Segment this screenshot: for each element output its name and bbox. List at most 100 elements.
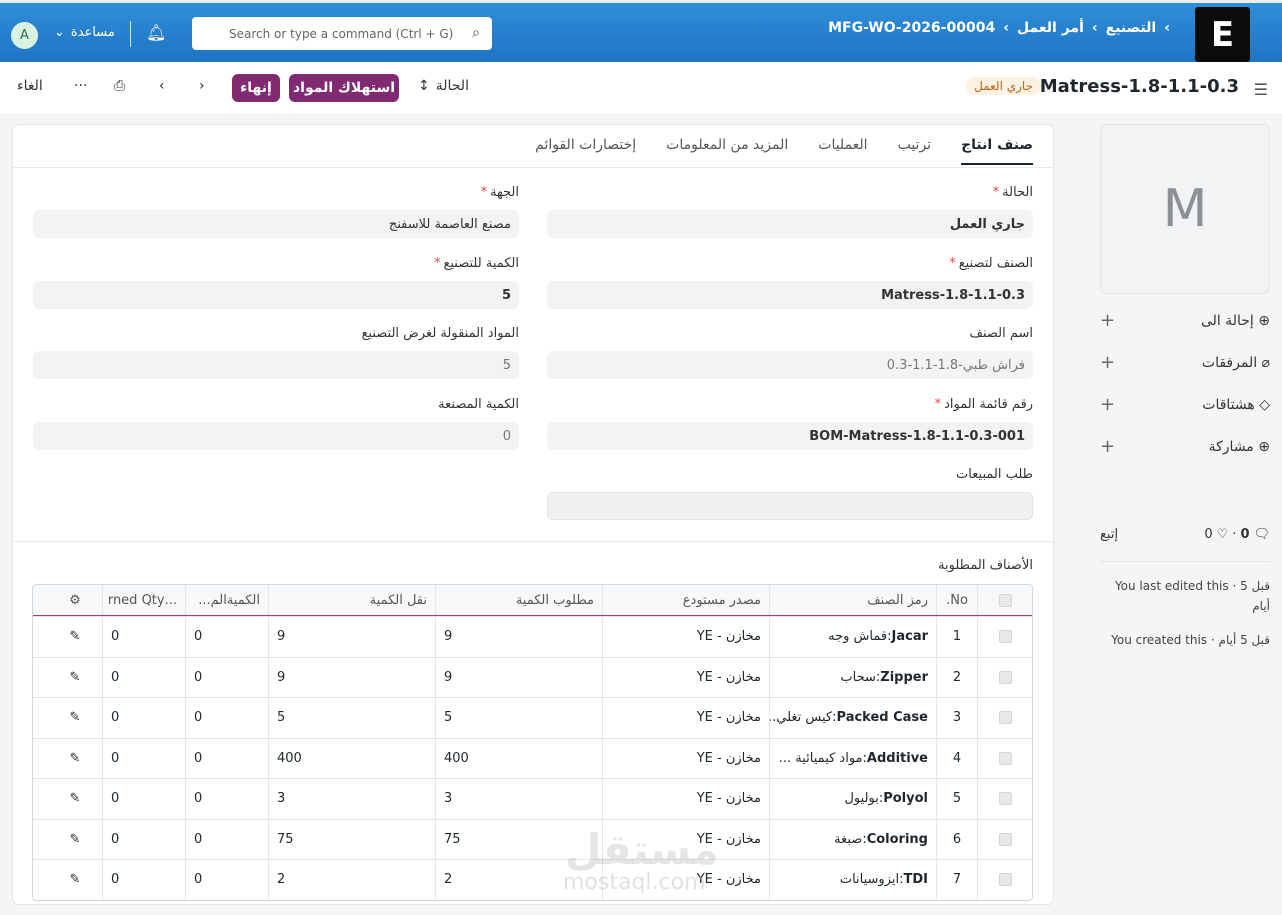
returned-qty-cell[interactable]: 0 <box>102 657 185 697</box>
item-code-cell[interactable]: Jacar: قماش وجه <box>769 617 936 657</box>
edit-row-icon[interactable]: ✎ <box>48 820 102 860</box>
search-input[interactable]: Search or type a command (Ctrl + G) ⌕ <box>192 17 492 50</box>
item-code-cell[interactable]: Coloring: صبغة <box>769 819 936 859</box>
transferred-qty-cell[interactable]: 2 <box>268 860 435 900</box>
heart-icon[interactable]: ♡ <box>1217 527 1229 542</box>
consumed-qty-cell[interactable]: 0 <box>185 779 268 819</box>
plus-icon[interactable]: + <box>1100 394 1115 415</box>
tab-sequence[interactable]: ترتيب <box>898 137 932 165</box>
transferred-qty-cell[interactable]: 9 <box>268 617 435 657</box>
bom-input[interactable]: BOM-Matress-1.8-1.1-0.3-001 <box>547 422 1033 450</box>
select-all-checkbox[interactable] <box>977 585 1032 615</box>
table-row[interactable]: 2 Zipper: سحاب مخازن - YE 9 9 0 0 ✎ <box>33 656 1032 698</box>
plus-icon[interactable]: + <box>1100 352 1115 373</box>
edit-row-icon[interactable]: ✎ <box>48 739 102 779</box>
menu-toggle-icon[interactable]: ☰ <box>1254 80 1268 99</box>
row-checkbox[interactable] <box>977 698 1032 738</box>
warehouse-cell[interactable]: مخازن - YE <box>602 738 769 778</box>
table-row[interactable]: 4 Additive: مواد كيميائية ... مخازن - YE 40… <box>33 737 1032 779</box>
breadcrumb-manufacturing[interactable]: التصنيع <box>1106 20 1157 36</box>
sidebar-item-tags[interactable]: ◇ هشتاقات + <box>1100 394 1270 415</box>
follow-link[interactable]: إتبع <box>1100 527 1118 542</box>
sidebar-item-assign[interactable]: ⊕ إحالة الى + <box>1100 310 1270 331</box>
edit-row-icon[interactable]: ✎ <box>48 860 102 900</box>
returned-qty-cell[interactable]: 0 <box>102 617 185 657</box>
breadcrumb-current-doc[interactable]: MFG-WO-2026-00004 <box>828 20 995 36</box>
image-placeholder[interactable]: M <box>1100 124 1270 294</box>
more-options-icon[interactable]: ··· <box>74 78 87 94</box>
help-dropdown[interactable]: ⌄ مساعدة <box>54 25 115 40</box>
qty-input[interactable]: 5 <box>33 281 519 309</box>
row-checkbox[interactable] <box>977 779 1032 819</box>
item-code-cell[interactable]: TDI: ايزوسيانات <box>769 860 936 900</box>
edit-row-icon[interactable]: ✎ <box>48 658 102 698</box>
consumed-qty-cell[interactable]: 0 <box>185 698 268 738</box>
item-code-cell[interactable]: Additive: مواد كيميائية ... <box>769 738 936 778</box>
edit-row-icon[interactable]: ✎ <box>48 617 102 657</box>
next-doc-icon[interactable]: › <box>199 78 205 94</box>
consumed-qty-cell[interactable]: 0 <box>185 738 268 778</box>
tab-operations[interactable]: العمليات <box>818 137 867 165</box>
required-qty-cell[interactable]: 9 <box>435 617 602 657</box>
consumed-qty-cell[interactable]: 0 <box>185 617 268 657</box>
required-qty-cell[interactable]: 400 <box>435 738 602 778</box>
table-row[interactable]: 1 Jacar: قماش وجه مخازن - YE 9 9 0 0 ✎ <box>33 616 1032 657</box>
warehouse-cell[interactable]: مخازن - YE <box>602 657 769 697</box>
column-settings-icon[interactable]: ⚙ <box>48 585 102 615</box>
breadcrumb-work-order[interactable]: أمر العمل <box>1017 20 1084 36</box>
item-code-cell[interactable]: Zipper: سحاب <box>769 657 936 697</box>
table-row[interactable]: 5 Polyol: بوليول مخازن - YE 3 3 0 0 ✎ <box>33 778 1032 819</box>
finish-button[interactable]: إنهاء <box>232 74 280 102</box>
tab-more-info[interactable]: المزيد من المعلومات <box>666 137 788 165</box>
sidebar-item-share[interactable]: ⊕ مشاركة + <box>1100 436 1270 457</box>
item-code-cell[interactable]: Polyol: بوليول <box>769 779 936 819</box>
returned-qty-cell[interactable]: 0 <box>102 860 185 900</box>
consume-material-button[interactable]: استهلاك المواد <box>289 74 399 102</box>
row-checkbox[interactable] <box>977 860 1032 900</box>
required-qty-cell[interactable]: 3 <box>435 779 602 819</box>
warehouse-cell[interactable]: مخازن - YE <box>602 698 769 738</box>
comment-icon[interactable]: 🗨︎ <box>1253 527 1270 542</box>
returned-qty-cell[interactable]: 0 <box>102 779 185 819</box>
item-code-cell[interactable]: Packed Case: كيس تغلي... <box>769 698 936 738</box>
returned-qty-cell[interactable]: 0 <box>102 738 185 778</box>
consumed-qty-cell[interactable]: 0 <box>185 819 268 859</box>
produced-qty-input[interactable]: 0 <box>33 422 519 450</box>
transferred-qty-cell[interactable]: 9 <box>268 657 435 697</box>
production-item-input[interactable]: Matress-1.8-1.1-0.3 <box>547 281 1033 309</box>
plus-icon[interactable]: + <box>1100 310 1115 331</box>
row-checkbox[interactable] <box>977 819 1032 859</box>
edit-row-icon[interactable]: ✎ <box>48 779 102 819</box>
required-qty-cell[interactable]: 9 <box>435 657 602 697</box>
transferred-qty-cell[interactable]: 400 <box>268 738 435 778</box>
row-checkbox[interactable] <box>977 617 1032 657</box>
consumed-qty-cell[interactable]: 0 <box>185 657 268 697</box>
warehouse-cell[interactable]: مخازن - YE <box>602 779 769 819</box>
returned-qty-cell[interactable]: 0 <box>102 698 185 738</box>
material-transferred-input[interactable]: 5 <box>33 351 519 379</box>
prev-doc-icon[interactable]: ‹ <box>159 78 165 94</box>
transferred-qty-cell[interactable]: 3 <box>268 779 435 819</box>
edit-row-icon[interactable]: ✎ <box>48 698 102 738</box>
consumed-qty-cell[interactable]: 0 <box>185 860 268 900</box>
sales-order-input[interactable] <box>547 492 1033 520</box>
app-logo[interactable]: E <box>1195 7 1250 62</box>
tab-shortcuts[interactable]: إختصارات القوائم <box>535 137 636 165</box>
item-name-input[interactable]: فراش طبي-1.8-1.1-0.3 <box>547 351 1033 379</box>
avatar[interactable]: A <box>11 22 38 49</box>
table-row[interactable]: 3 Packed Case: كيس تغلي... مخازن - YE 5 5 0 0 ✎ <box>33 697 1032 738</box>
row-checkbox[interactable] <box>977 657 1032 697</box>
tab-production-item[interactable]: صنف انتاج <box>961 137 1033 165</box>
required-qty-cell[interactable]: 5 <box>435 698 602 738</box>
transferred-qty-cell[interactable]: 75 <box>268 819 435 859</box>
status-input[interactable]: جاري العمل <box>547 210 1033 238</box>
company-input[interactable]: مصنع العاصمة للاسفنج <box>33 210 519 238</box>
returned-qty-cell[interactable]: 0 <box>102 819 185 859</box>
warehouse-cell[interactable]: مخازن - YE <box>602 617 769 657</box>
table-row[interactable]: 7 TDI: ايزوسيانات مخازن - YE 2 2 0 0 ✎ <box>33 859 1032 900</box>
notification-bell-icon[interactable]: 🔔︎ <box>146 23 166 42</box>
transferred-qty-cell[interactable]: 5 <box>268 698 435 738</box>
print-icon[interactable]: ⎙ <box>114 78 125 94</box>
table-row[interactable]: 6 Coloring: صبغة مخازن - YE 75 75 0 0 ✎ <box>33 818 1032 860</box>
row-checkbox[interactable] <box>977 738 1032 778</box>
